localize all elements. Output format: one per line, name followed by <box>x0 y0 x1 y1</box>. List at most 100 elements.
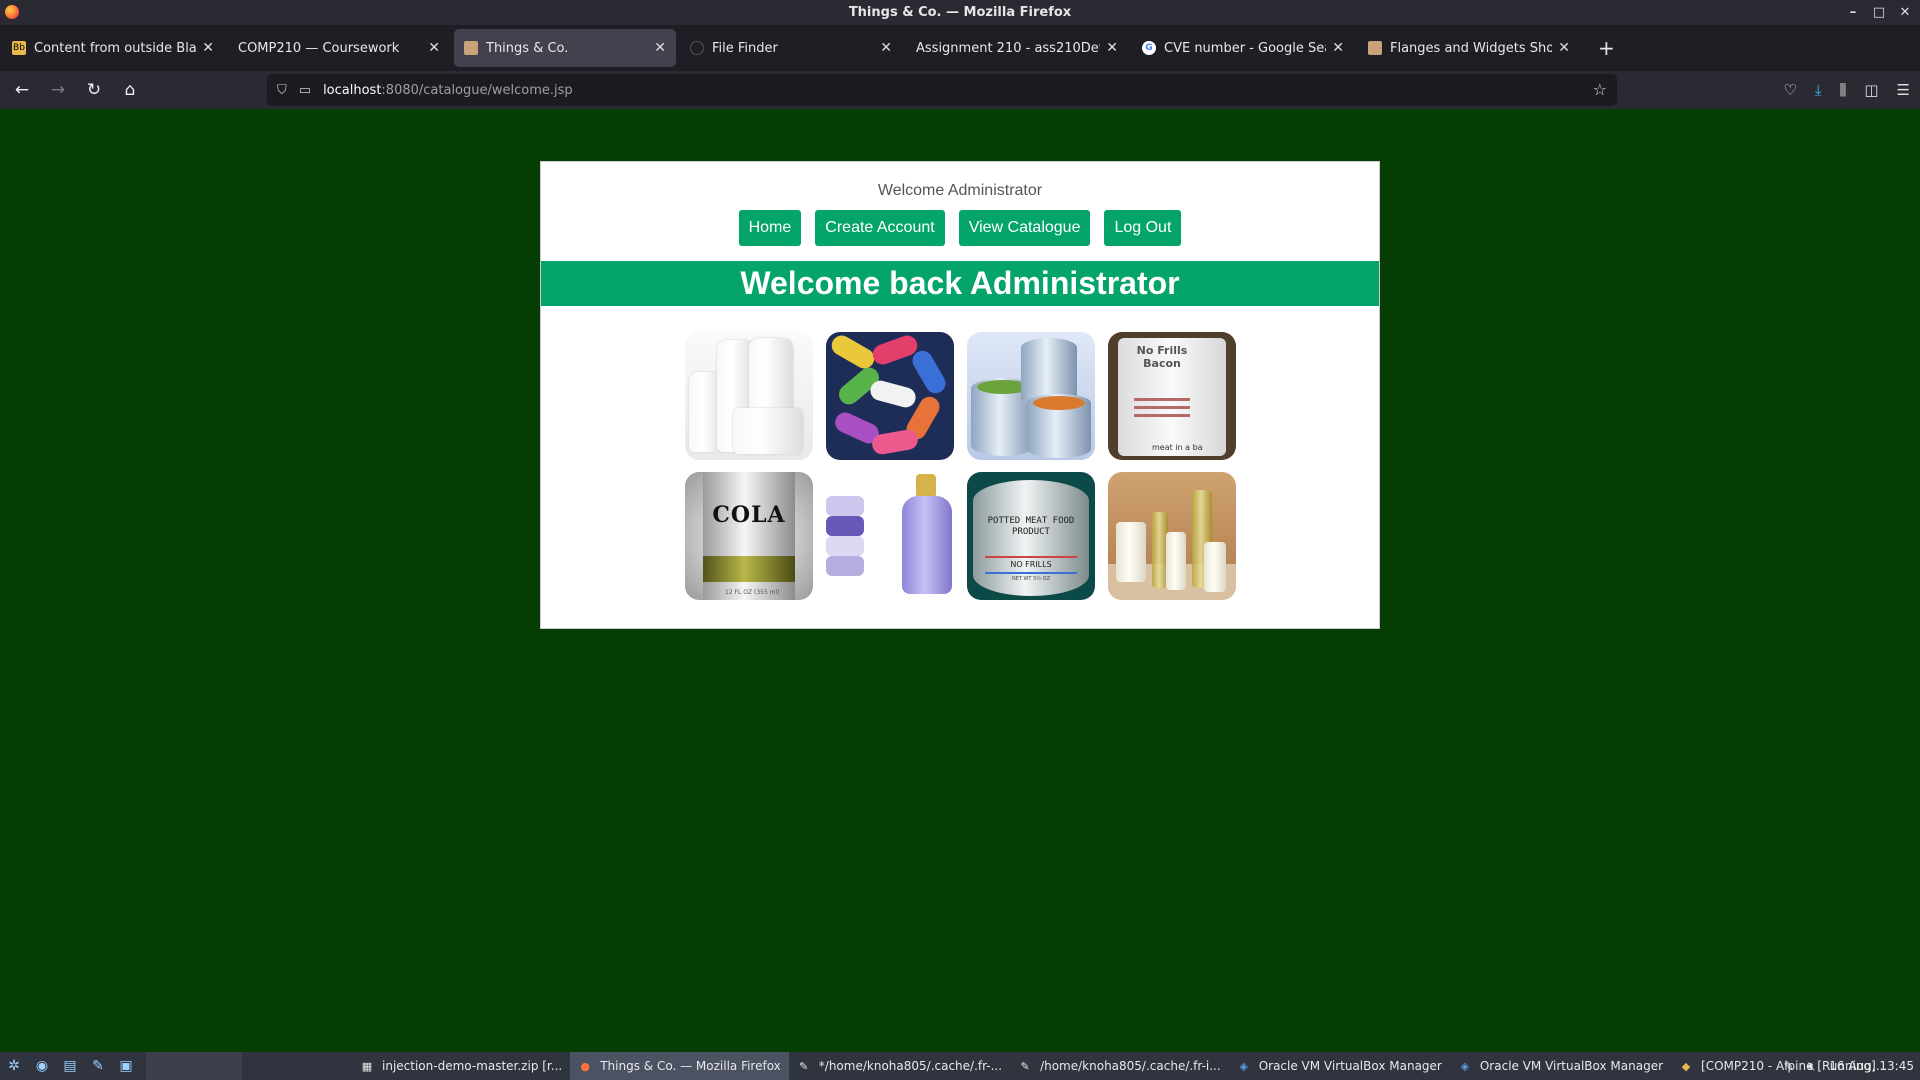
detergent-image <box>826 472 954 600</box>
workspace-switcher[interactable] <box>146 1052 242 1080</box>
tab-blackboard[interactable]: Bb Content from outside Blackbo ✕ <box>2 29 224 67</box>
home-button[interactable]: Home <box>738 210 802 246</box>
pocket-icon[interactable]: ♡ <box>1783 81 1796 99</box>
log-out-button[interactable]: Log Out <box>1104 210 1182 246</box>
url-bar[interactable]: ⛉ ▭ localhost :8080/catalogue/welcome.js… <box>267 74 1617 106</box>
toolbar-right-icons: ♡ ⤓ ⫼ ◫ ☰ <box>1783 71 1910 109</box>
main-menu: Home Create Account View Catalogue Log O… <box>541 210 1379 246</box>
google-favicon-icon: G <box>1142 41 1156 55</box>
page-info-icon[interactable]: ▭ <box>299 83 311 98</box>
taskbar: ✲ ◉ ▤ ✎ ▣ ▦ injection-demo-master.zip [r… <box>0 1052 1920 1080</box>
pills-image <box>826 332 954 460</box>
tab-close-icon[interactable]: ✕ <box>654 40 666 56</box>
bottles-image <box>685 332 813 460</box>
tab-cve-google-search[interactable]: G CVE number - Google Search ✕ <box>1132 29 1354 67</box>
navigation-toolbar: ← → ↻ ⌂ ⛉ ▭ localhost :8080/catalogue/we… <box>0 71 1920 109</box>
cola-label: COLA <box>712 502 786 528</box>
things-favicon-icon <box>464 41 478 55</box>
github-favicon-icon <box>690 41 704 55</box>
clock[interactable]: 16 Aug, 13:45 <box>1829 1059 1914 1073</box>
taskbar-item-editor-1[interactable]: ✎ */home/knoha805/.cache/.fr-... <box>789 1052 1010 1080</box>
window-title: Things & Co. — Mozilla Firefox <box>848 5 1072 20</box>
tab-close-icon[interactable]: ✕ <box>1332 40 1344 56</box>
potted-meat-brand: NO FRILLS <box>1010 560 1052 569</box>
blackboard-favicon-icon: Bb <box>12 41 26 55</box>
editor-icon: ✎ <box>799 1059 809 1073</box>
tab-close-icon[interactable]: ✕ <box>1106 40 1118 56</box>
window-controls: – □ ✕ <box>1846 0 1912 25</box>
taskbar-item-firefox[interactable]: ● Things & Co. — Mozilla Firefox <box>570 1052 789 1080</box>
bacon-bag-label: No Frills Bacon <box>1136 344 1188 370</box>
app-menu-icon[interactable]: ✲ <box>4 1056 24 1076</box>
tab-comp210-coursework[interactable]: COMP210 — Coursework ✕ <box>228 29 450 67</box>
taskbar-item-virtualbox-2[interactable]: ◈ Oracle VM VirtualBox Manager <box>1450 1052 1671 1080</box>
tab-strip: Bb Content from outside Blackbo ✕ COMP21… <box>0 25 1920 71</box>
bookmark-star-icon[interactable]: ☆ <box>1593 80 1607 99</box>
virtualbox-icon: ◈ <box>1460 1059 1470 1073</box>
tab-close-icon[interactable]: ✕ <box>202 40 214 56</box>
downloads-icon[interactable]: ⤓ <box>1815 81 1822 99</box>
taskbar-item-label: /home/knoha805/.cache/.fr-i... <box>1040 1059 1221 1073</box>
create-account-button[interactable]: Create Account <box>815 210 945 246</box>
home-icon[interactable]: ⌂ <box>112 75 148 105</box>
bacon-bag-image: No Frills Bacon meat in a ba <box>1108 332 1236 460</box>
tab-flanges-widgets[interactable]: Flanges and Widgets Shop - F ✕ <box>1358 29 1580 67</box>
new-tab-button[interactable]: + <box>1598 36 1615 60</box>
greeting-text: Welcome Administrator <box>877 182 1043 199</box>
welcome-banner: Welcome back Administrator <box>541 261 1379 306</box>
firefox-icon: ● <box>580 1059 591 1073</box>
firefox-logo-icon <box>5 5 19 19</box>
url-path: :8080/catalogue/welcome.jsp <box>381 82 573 98</box>
tab-close-icon[interactable]: ✕ <box>428 40 440 56</box>
shield-icon[interactable]: ⛉ <box>277 83 287 98</box>
tab-label: COMP210 — Coursework <box>238 40 400 56</box>
tab-assignment-210[interactable]: Assignment 210 - ass210Detail.pd ✕ <box>906 29 1128 67</box>
product-image-grid: No Frills Bacon meat in a ba COLA 12 FL … <box>685 332 1236 600</box>
taskbar-item-editor-2[interactable]: ✎ /home/knoha805/.cache/.fr-i... <box>1010 1052 1229 1080</box>
tab-label: Assignment 210 - ass210Detail.pd <box>916 40 1100 56</box>
shop-favicon-icon <box>1368 41 1382 55</box>
tab-label: CVE number - Google Search <box>1164 40 1326 56</box>
window-titlebar: Things & Co. — Mozilla Firefox – □ ✕ <box>0 0 1920 25</box>
potted-meat-weight: NET WT 5½ OZ <box>1011 576 1051 582</box>
hamburger-menu-icon[interactable]: ☰ <box>1897 81 1910 99</box>
canned-food-image <box>967 332 1095 460</box>
minimize-icon[interactable]: – <box>1846 5 1860 20</box>
virtualbox-icon: ◈ <box>1239 1059 1248 1073</box>
taskbar-item-archive[interactable]: ▦ injection-demo-master.zip [r... <box>352 1052 570 1080</box>
back-arrow-icon[interactable]: ← <box>4 75 40 105</box>
taskbar-item-label: Oracle VM VirtualBox Manager <box>1258 1059 1442 1073</box>
potted-meat-image: POTTED MEAT FOOD PRODUCT NO FRILLS NET W… <box>967 472 1095 600</box>
url-host: localhost <box>323 82 382 98</box>
taskbar-item-label: Oracle VM VirtualBox Manager <box>1479 1059 1664 1073</box>
tab-close-icon[interactable]: ✕ <box>1558 40 1570 56</box>
archive-icon: ▦ <box>361 1059 373 1073</box>
library-icon[interactable]: ⫼ <box>1839 81 1846 99</box>
tab-label: File Finder <box>712 40 778 56</box>
system-tray: ✎ 🔇︎ 16 Aug, 13:45 <box>1784 1052 1914 1080</box>
tab-file-finder[interactable]: File Finder ✕ <box>680 29 902 67</box>
volume-muted-icon[interactable]: 🔇︎ <box>1808 1059 1816 1074</box>
potted-meat-label: POTTED MEAT FOOD PRODUCT <box>987 516 1075 537</box>
tab-things-and-co[interactable]: Things & Co. ✕ <box>454 29 676 67</box>
reload-icon[interactable]: ↻ <box>76 75 112 105</box>
taskbar-item-label: */home/knoha805/.cache/.fr-... <box>818 1059 1003 1073</box>
notes-icon[interactable]: ✎ <box>1784 1059 1794 1073</box>
terminal-icon[interactable]: ▣ <box>116 1056 136 1076</box>
maximize-icon[interactable]: □ <box>1872 5 1886 20</box>
browser-launcher-icon[interactable]: ◉ <box>32 1056 52 1076</box>
bacon-bag-subtext: meat in a ba <box>1152 443 1203 452</box>
text-editor-icon[interactable]: ✎ <box>88 1056 108 1076</box>
taskbar-item-label: injection-demo-master.zip [r... <box>382 1059 563 1073</box>
vm-icon: ◆ <box>1681 1059 1691 1073</box>
forward-arrow-icon[interactable]: → <box>40 75 76 105</box>
tab-close-icon[interactable]: ✕ <box>880 40 892 56</box>
sidebar-icon[interactable]: ◫ <box>1864 81 1878 99</box>
file-manager-icon[interactable]: ▤ <box>60 1056 80 1076</box>
taskbar-item-virtualbox-1[interactable]: ◈ Oracle VM VirtualBox Manager <box>1229 1052 1450 1080</box>
cosmetics-image <box>1108 472 1236 600</box>
tab-label: Flanges and Widgets Shop - F <box>1390 40 1553 56</box>
close-window-icon[interactable]: ✕ <box>1898 5 1912 20</box>
cola-can-image: COLA 12 FL OZ (355 ml) <box>685 472 813 600</box>
view-catalogue-button[interactable]: View Catalogue <box>958 210 1091 246</box>
